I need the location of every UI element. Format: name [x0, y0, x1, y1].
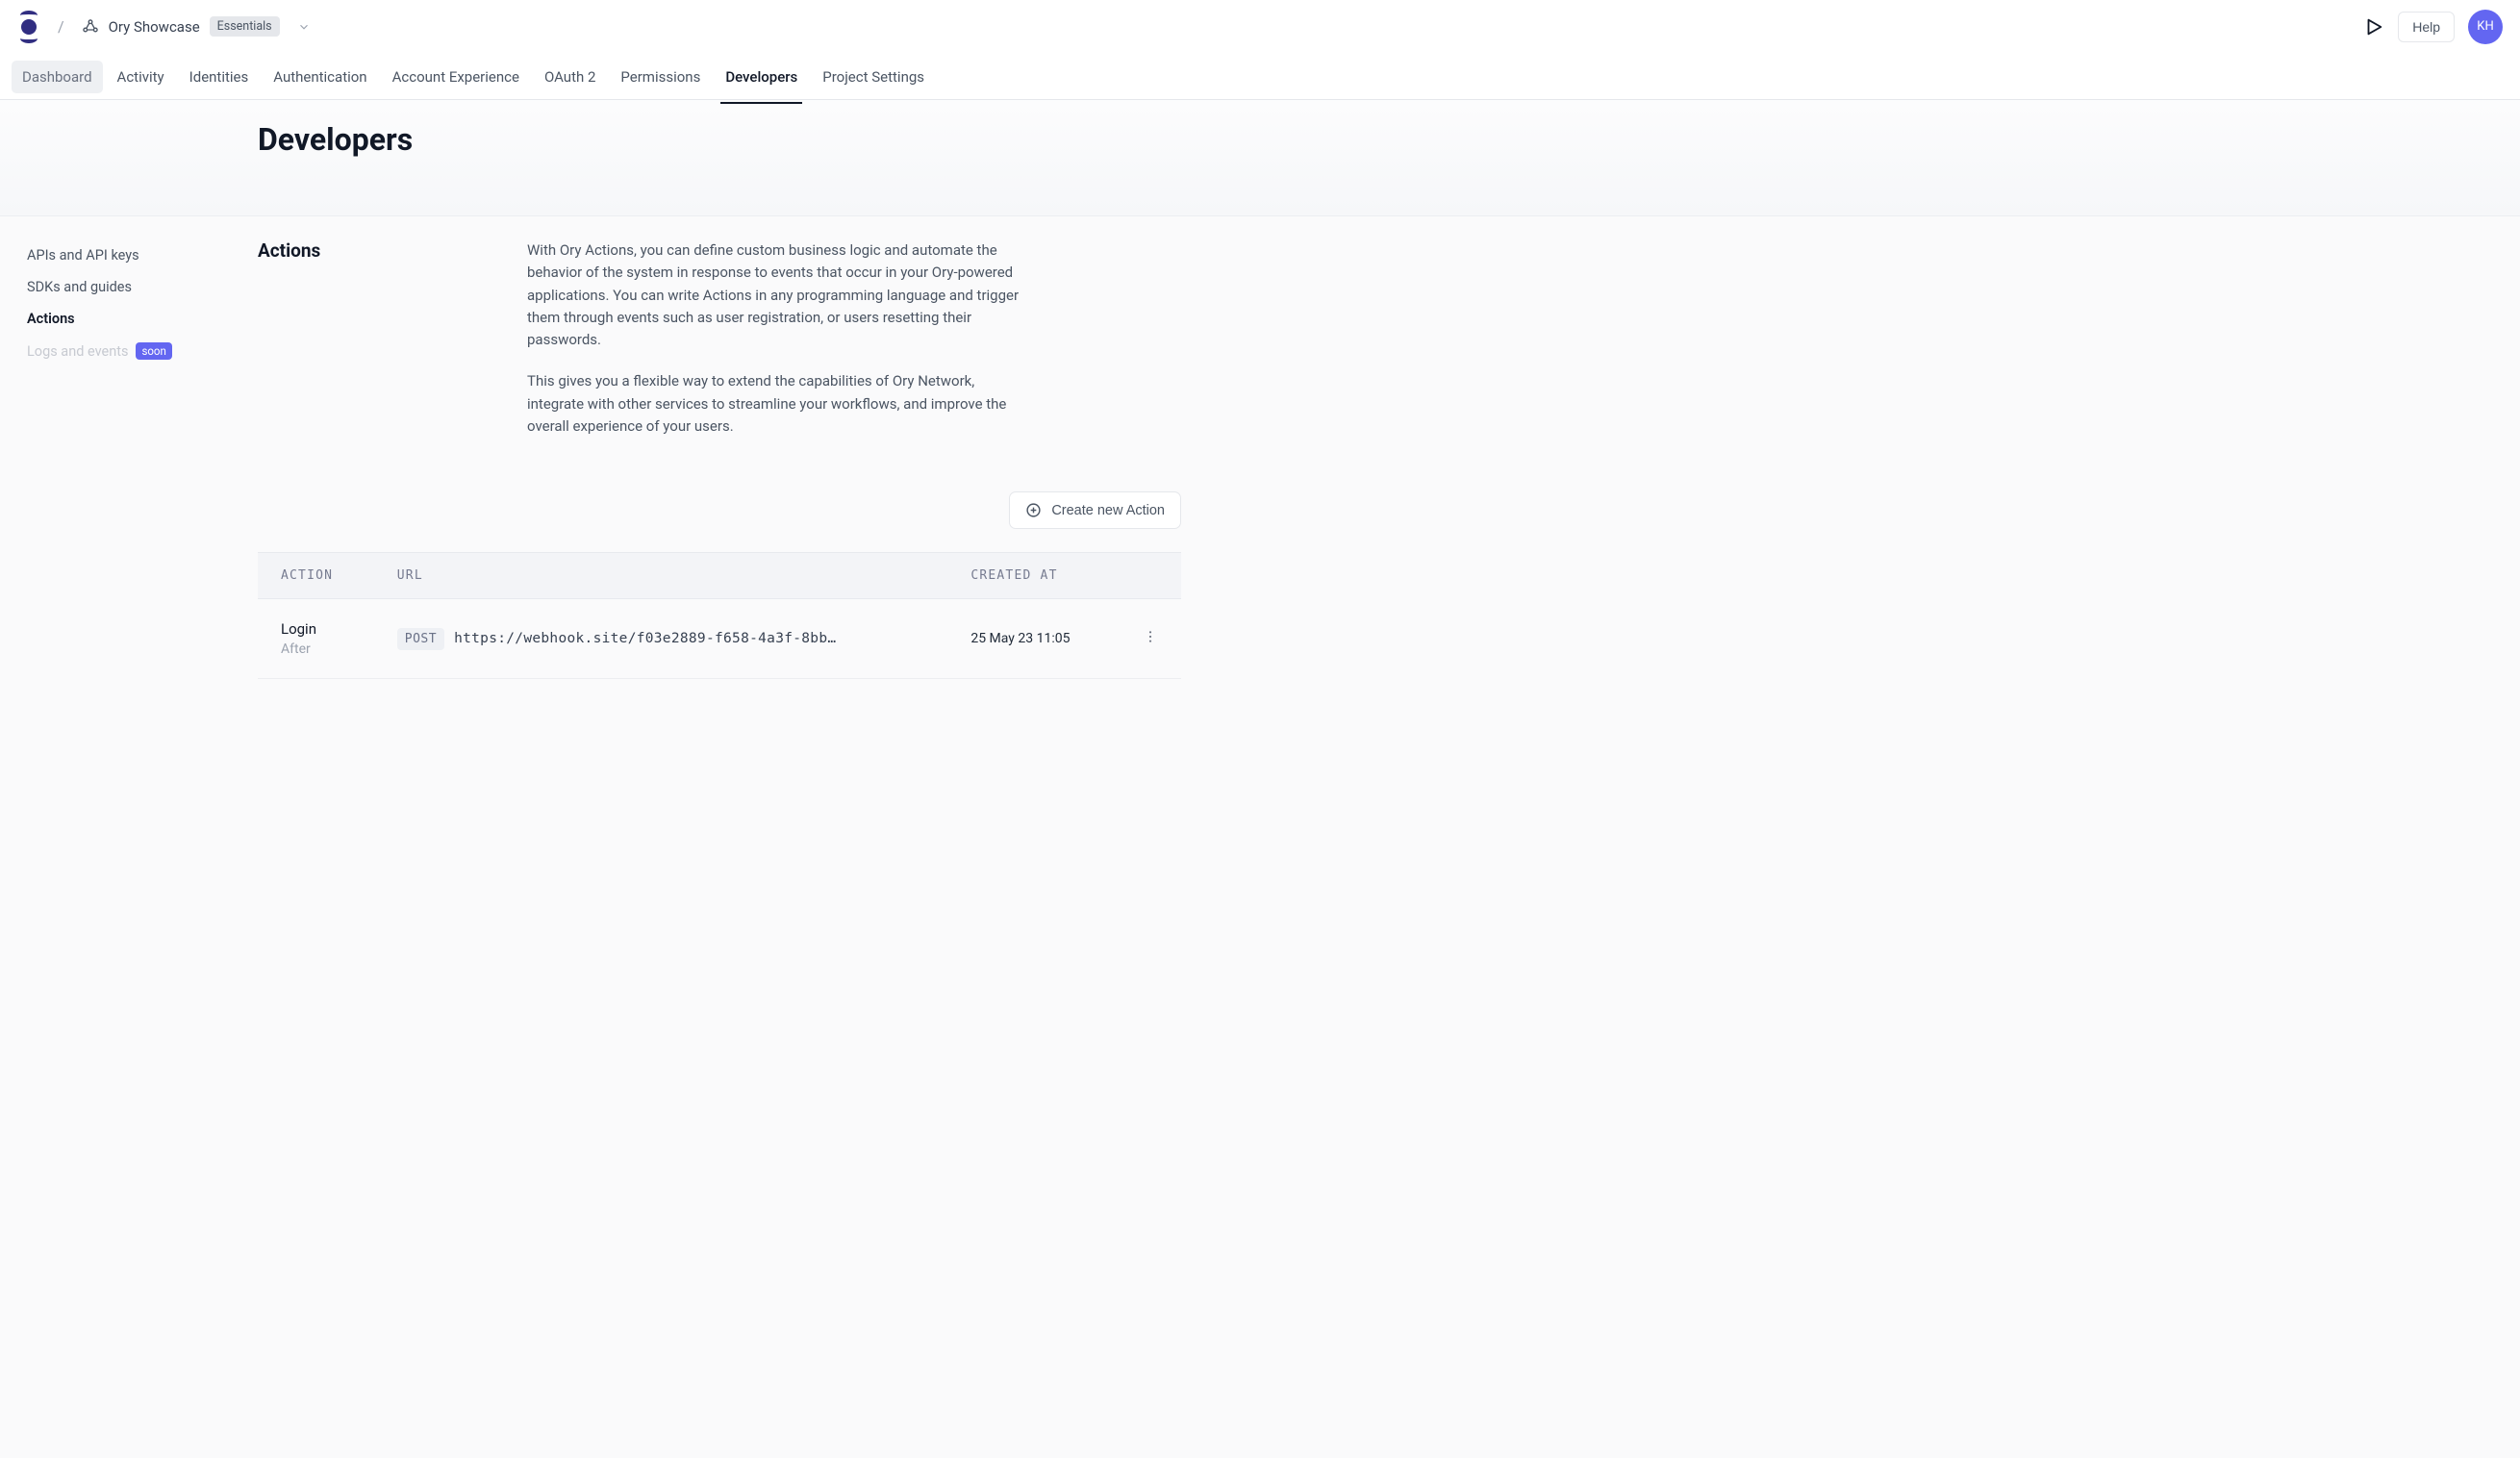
tab-developers[interactable]: Developers [715, 61, 808, 93]
tab-nav: Dashboard Activity Identities Authentica… [0, 54, 2520, 100]
tab-dashboard[interactable]: Dashboard [12, 61, 103, 93]
section-description: With Ory Actions, you can define custom … [527, 239, 1027, 438]
soon-badge: soon [136, 342, 171, 360]
sidenav-item-actions[interactable]: Actions [27, 303, 231, 335]
http-method-badge: POST [397, 628, 444, 650]
chevron-down-icon[interactable] [297, 20, 311, 34]
tab-identities[interactable]: Identities [179, 61, 260, 93]
sidenav-item-label: Logs and events [27, 343, 128, 360]
action-phase: After [281, 641, 351, 657]
col-action: ACTION [258, 553, 374, 599]
play-icon[interactable] [2363, 16, 2384, 38]
sidenav-item-logs: Logs and events soon [27, 335, 231, 367]
project-icon [82, 18, 99, 36]
create-action-button[interactable]: Create new Action [1009, 491, 1181, 529]
col-created: CREATED AT [947, 553, 1120, 599]
breadcrumb-separator: / [58, 17, 64, 36]
plus-circle-icon [1025, 502, 1042, 518]
breadcrumb[interactable]: Ory Showcase Essentials [82, 16, 311, 37]
tab-oauth2[interactable]: OAuth 2 [534, 61, 606, 93]
section-desc-p2: This gives you a flexible way to extend … [527, 370, 1027, 438]
sidenav: APIs and API keys SDKs and guides Action… [0, 216, 258, 717]
action-name: Login [281, 620, 351, 638]
tab-permissions[interactable]: Permissions [610, 61, 711, 93]
tab-account-experience[interactable]: Account Experience [382, 61, 530, 93]
project-name: Ory Showcase [109, 18, 200, 36]
sidenav-item-sdks[interactable]: SDKs and guides [27, 271, 231, 303]
col-url: URL [374, 553, 948, 599]
topbar: / Ory Showcase Essentials Help KH [0, 0, 2520, 54]
create-action-label: Create new Action [1051, 503, 1165, 518]
help-button[interactable]: Help [2398, 12, 2455, 42]
page-title: Developers [258, 121, 2520, 158]
tab-project-settings[interactable]: Project Settings [812, 61, 935, 93]
tab-authentication[interactable]: Authentication [263, 61, 377, 93]
table-row[interactable]: Login After POST https://webhook.site/f03… [258, 599, 1181, 679]
sidenav-item-label: Actions [27, 311, 75, 327]
sidenav-item-apis[interactable]: APIs and API keys [27, 239, 231, 271]
logo-icon[interactable] [17, 13, 40, 41]
sidenav-item-label: SDKs and guides [27, 279, 132, 295]
section-title: Actions [258, 239, 450, 438]
tab-activity[interactable]: Activity [107, 61, 175, 93]
page-hero: Developers [0, 100, 2520, 216]
action-url: https://webhook.site/f03e2889-f658-4a3f-… [454, 631, 836, 646]
plan-badge: Essentials [210, 16, 280, 37]
more-vertical-icon[interactable] [1143, 629, 1158, 644]
sidenav-item-label: APIs and API keys [27, 247, 139, 264]
created-at: 25 May 23 11:05 [970, 631, 1070, 646]
section-desc-p1: With Ory Actions, you can define custom … [527, 239, 1027, 351]
actions-table: ACTION URL CREATED AT Login After POST ht… [258, 552, 1181, 679]
avatar[interactable]: KH [2468, 10, 2503, 44]
main-content: Actions With Ory Actions, you can define… [258, 216, 1277, 717]
